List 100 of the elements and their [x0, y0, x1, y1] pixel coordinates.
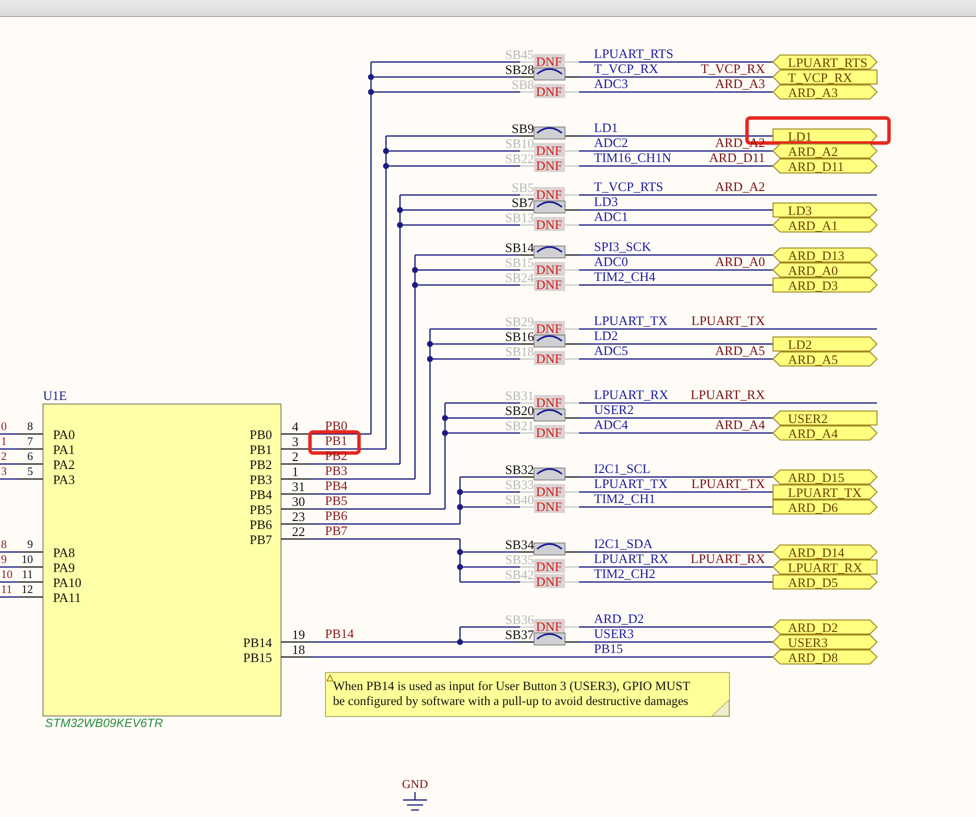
bridge-designator: SB24 — [505, 270, 534, 285]
pin-number: 6 — [27, 451, 33, 463]
net-label: LPUART_RX — [690, 551, 765, 566]
net-port: LPUART_RTS — [772, 54, 878, 70]
pin-number: 12 — [22, 584, 33, 596]
net-port: ARD_D3 — [772, 278, 878, 293]
bridge-designator: SB45 — [505, 47, 534, 62]
dnf-bridge: DNF — [534, 158, 565, 173]
pin-name: PA0 — [53, 427, 75, 442]
net-port: LPUART_TX — [772, 484, 878, 500]
bridge-designator: SB37 — [505, 627, 534, 642]
junction-dot — [457, 639, 463, 645]
junction-dot — [442, 430, 448, 436]
junction-dot — [383, 163, 389, 169]
junction-dot — [383, 148, 389, 154]
bridge-designator: SB42 — [505, 567, 534, 582]
bridge-designator: SB34 — [505, 537, 534, 552]
net-name: ADC4 — [594, 417, 628, 432]
net-name: T_VCP_RX — [594, 61, 658, 76]
net-label: LPUART_RX — [690, 387, 765, 402]
dnf-bridge: DNF — [534, 425, 565, 440]
pin-number: 1 — [292, 464, 298, 479]
bridge-designator: SB29 — [505, 314, 534, 329]
pin-number: 31 — [292, 479, 305, 494]
net-label: ARD_A4 — [715, 417, 765, 432]
pin-net-label: PB6 — [325, 508, 348, 523]
bridge-designator: SB36 — [505, 612, 534, 627]
pin-name: PA9 — [53, 560, 75, 575]
wire — [0, 596, 20, 598]
pin-number: 30 — [292, 494, 305, 509]
net-port: LD3 — [772, 202, 878, 218]
net-name: ARD_D2 — [594, 611, 644, 626]
pin-number: 4 — [292, 419, 298, 434]
pin-net-label: PB1 — [325, 433, 348, 448]
junction-dot — [368, 89, 374, 95]
pin-name: PB0 — [250, 427, 272, 442]
pin-net-label: 0 — [1, 421, 7, 433]
junction-dot — [457, 564, 463, 570]
pin-number: 18 — [292, 642, 305, 657]
bridge-designator: SB33 — [505, 477, 534, 492]
net-name: TIM2_CH1 — [594, 491, 656, 506]
bridge-designator: SB8 — [512, 77, 534, 92]
pin-name: PA3 — [53, 472, 75, 487]
pin-number: 10 — [22, 554, 33, 566]
dnf-bridge: DNF — [534, 395, 565, 410]
dnf-bridge: DNF — [534, 54, 565, 69]
net-name: T_VCP_RTS — [594, 179, 664, 194]
net-label: LPUART_TX — [691, 313, 765, 328]
pin-net-label: 10 — [1, 569, 12, 581]
pin-number: 9 — [27, 539, 33, 551]
bridge-designator: SB10 — [505, 136, 534, 151]
net-label: T_VCP_RX — [700, 61, 765, 76]
dnf-bridge: DNF — [534, 262, 565, 277]
net-name: ADC1 — [594, 209, 628, 224]
pin-number: 3 — [292, 434, 298, 449]
page-fold-icon — [711, 699, 730, 716]
net-name: ADC3 — [594, 76, 628, 91]
pin-net-label: PB7 — [325, 523, 348, 538]
net-name: LPUART_TX — [594, 313, 668, 328]
net-name: TIM2_CH4 — [594, 269, 656, 284]
bridge-designator: SB16 — [505, 329, 534, 344]
bridge-designator: SB28 — [505, 62, 534, 77]
wire — [0, 581, 20, 583]
net-name: TIM16_CH1N — [594, 150, 672, 165]
net-name: ADC2 — [594, 135, 628, 150]
pin-name: PB1 — [250, 442, 272, 457]
pin-net-label: 11 — [1, 584, 12, 596]
pin-net-label: 2 — [1, 451, 7, 463]
bridge-designator: SB7 — [512, 195, 534, 210]
pin-net-label: PB0 — [325, 418, 348, 433]
net-label: ARD_D11 — [709, 150, 765, 165]
junction-dot — [412, 267, 418, 273]
pin-number: 5 — [27, 466, 33, 478]
dnf-bridge: DNF — [534, 619, 565, 634]
bridge-designator: SB31 — [505, 388, 534, 403]
dnf-bridge: DNF — [534, 351, 565, 366]
net-name: LPUART_RX — [594, 551, 668, 566]
pin-number: 2 — [292, 449, 298, 464]
junction-dot — [457, 549, 463, 555]
pin-name: PA10 — [53, 575, 82, 590]
net-name: LPUART_RTS — [594, 46, 674, 61]
junction-dot — [457, 504, 463, 510]
pin-number: 11 — [22, 569, 33, 581]
wire — [0, 448, 20, 450]
net-label: ARD_A2 — [715, 179, 765, 194]
net-port: ARD_A2 — [772, 144, 878, 159]
pin-net-label: PB14 — [325, 626, 354, 641]
net-label: ARD_A2 — [715, 135, 765, 150]
net-label: ARD_A0 — [715, 254, 765, 269]
net-label: ARD_A3 — [715, 76, 765, 91]
net-port: ARD_D15 — [772, 470, 878, 485]
net-label: ARD_A5 — [715, 343, 765, 358]
pin-name: PB2 — [250, 457, 272, 472]
pin-name: PA1 — [53, 442, 75, 457]
net-name: LD2 — [594, 328, 618, 343]
junction-dot — [412, 282, 418, 288]
net-label: LPUART_TX — [691, 476, 765, 491]
pin-number: 8 — [27, 421, 33, 433]
wire — [0, 566, 20, 568]
junction-dot — [397, 222, 403, 228]
